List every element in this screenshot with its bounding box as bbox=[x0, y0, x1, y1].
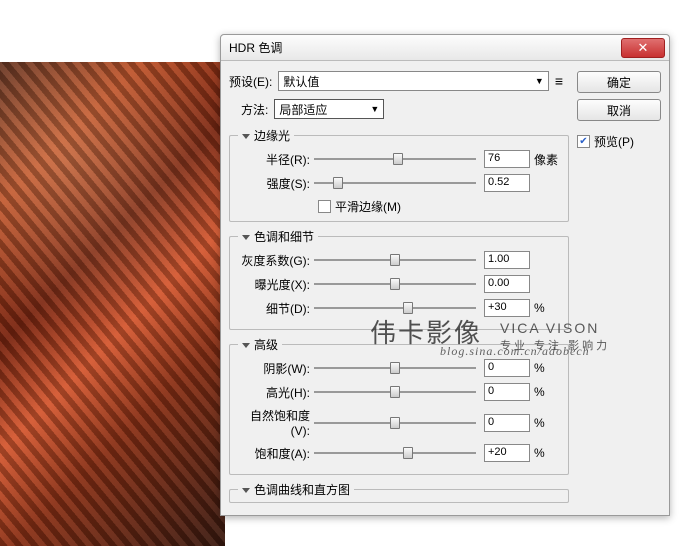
tone-detail-group: 色调和细节 灰度系数(G): 1.00 曝光度(X): 0.00 细节(D): bbox=[229, 228, 569, 330]
twisty-icon[interactable] bbox=[242, 134, 250, 139]
preset-value: 默认值 bbox=[283, 73, 319, 90]
gamma-label: 灰度系数(G): bbox=[238, 252, 314, 269]
detail-input[interactable]: +30 bbox=[484, 299, 530, 317]
radius-unit: 像素 bbox=[530, 151, 560, 168]
radius-input[interactable]: 76 bbox=[484, 150, 530, 168]
edge-glow-legend: 边缘光 bbox=[238, 127, 294, 144]
vibrance-input[interactable]: 0 bbox=[484, 414, 530, 432]
preview-label: 预览(P) bbox=[594, 133, 634, 150]
vibrance-slider[interactable] bbox=[314, 414, 476, 432]
exposure-slider[interactable] bbox=[314, 275, 476, 293]
shadow-slider[interactable] bbox=[314, 359, 476, 377]
cancel-button[interactable]: 取消 bbox=[577, 99, 661, 121]
method-dropdown[interactable]: 局部适应 ▼ bbox=[274, 99, 384, 119]
highlight-slider[interactable] bbox=[314, 383, 476, 401]
gamma-slider[interactable] bbox=[314, 251, 476, 269]
gamma-input[interactable]: 1.00 bbox=[484, 251, 530, 269]
vibrance-label: 自然饱和度(V): bbox=[238, 407, 314, 438]
preset-menu-icon[interactable]: ≡ bbox=[549, 73, 569, 89]
saturation-unit: % bbox=[530, 446, 560, 460]
twisty-icon[interactable] bbox=[242, 343, 250, 348]
highlight-unit: % bbox=[530, 385, 560, 399]
shadow-input[interactable]: 0 bbox=[484, 359, 530, 377]
highlight-input[interactable]: 0 bbox=[484, 383, 530, 401]
edge-glow-group: 边缘光 半径(R): 76 像素 强度(S): 0.52 平滑边缘(M) bbox=[229, 127, 569, 222]
preview-checkbox[interactable]: ✔ bbox=[577, 135, 590, 148]
curve-group: 色调曲线和直方图 bbox=[229, 481, 569, 503]
strength-label: 强度(S): bbox=[238, 175, 314, 192]
smooth-edges-checkbox[interactable] bbox=[318, 200, 331, 213]
strength-slider[interactable] bbox=[314, 174, 476, 192]
ok-button[interactable]: 确定 bbox=[577, 71, 661, 93]
twisty-icon[interactable] bbox=[242, 488, 250, 493]
smooth-edges-label: 平滑边缘(M) bbox=[335, 198, 401, 215]
detail-unit: % bbox=[530, 301, 560, 315]
advanced-legend: 高级 bbox=[238, 336, 282, 353]
method-value: 局部适应 bbox=[279, 101, 327, 118]
preset-label: 预设(E): bbox=[229, 73, 278, 90]
radius-label: 半径(R): bbox=[238, 151, 314, 168]
shadow-label: 阴影(W): bbox=[238, 360, 314, 377]
hdr-toning-dialog: HDR 色调 ✕ 预设(E): 默认值 ▼ ≡ 方法: 局部适应 ▼ bbox=[220, 34, 670, 516]
dialog-title: HDR 色调 bbox=[229, 39, 282, 56]
chevron-down-icon: ▼ bbox=[370, 104, 379, 114]
advanced-group: 高级 阴影(W): 0 % 高光(H): 0 % 自然饱和度(V): 0 bbox=[229, 336, 569, 475]
highlight-label: 高光(H): bbox=[238, 384, 314, 401]
chevron-down-icon: ▼ bbox=[535, 76, 544, 86]
detail-slider[interactable] bbox=[314, 299, 476, 317]
exposure-input[interactable]: 0.00 bbox=[484, 275, 530, 293]
method-label: 方法: bbox=[241, 101, 268, 118]
titlebar[interactable]: HDR 色调 ✕ bbox=[221, 35, 669, 61]
saturation-slider[interactable] bbox=[314, 444, 476, 462]
detail-label: 细节(D): bbox=[238, 300, 314, 317]
saturation-label: 饱和度(A): bbox=[238, 445, 314, 462]
background-photo bbox=[0, 62, 225, 546]
close-button[interactable]: ✕ bbox=[621, 38, 665, 58]
tone-detail-legend: 色调和细节 bbox=[238, 228, 318, 245]
preset-dropdown[interactable]: 默认值 ▼ bbox=[278, 71, 548, 91]
twisty-icon[interactable] bbox=[242, 235, 250, 240]
exposure-label: 曝光度(X): bbox=[238, 276, 314, 293]
shadow-unit: % bbox=[530, 361, 560, 375]
curve-legend: 色调曲线和直方图 bbox=[238, 481, 354, 498]
close-icon: ✕ bbox=[638, 40, 649, 56]
vibrance-unit: % bbox=[530, 416, 560, 430]
radius-slider[interactable] bbox=[314, 150, 476, 168]
saturation-input[interactable]: +20 bbox=[484, 444, 530, 462]
strength-input[interactable]: 0.52 bbox=[484, 174, 530, 192]
